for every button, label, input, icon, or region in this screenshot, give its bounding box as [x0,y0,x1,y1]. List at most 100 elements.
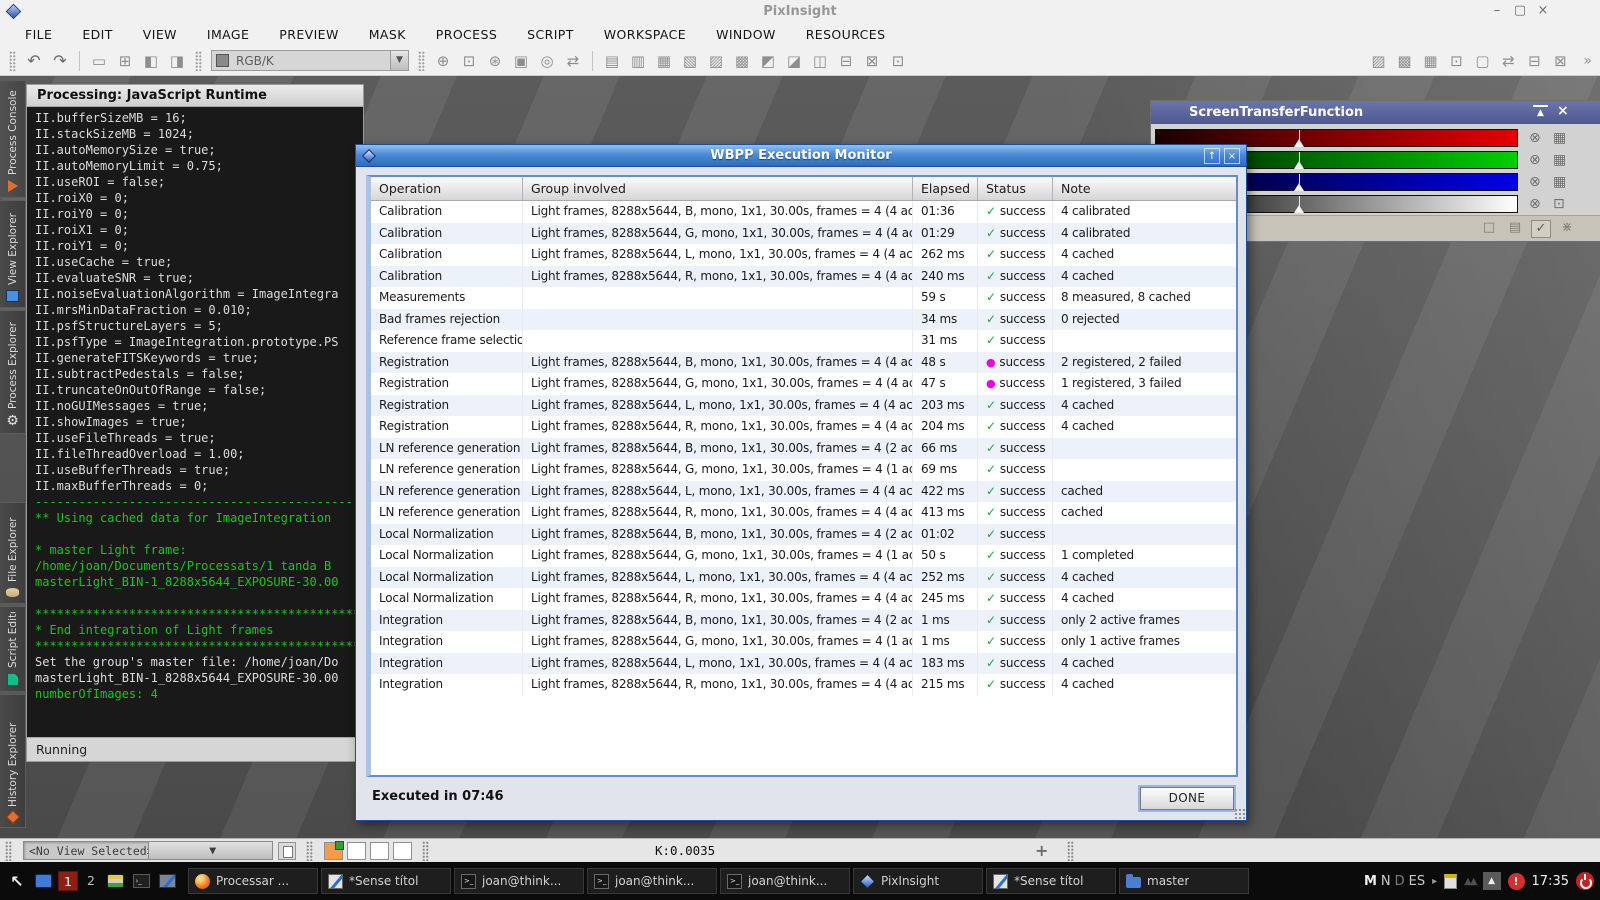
table-row[interactable]: Integration Light frames, 8288x5644, R, … [371,674,1236,696]
toolbar-drag-handle[interactable] [195,51,202,71]
monitor-24-icon[interactable]: ▢ [1469,52,1495,70]
rename-view-icon[interactable]: ▭ [86,52,112,70]
sample-color-swatch[interactable] [324,842,343,860]
image-mode-1-icon[interactable]: ▤ [599,52,625,70]
menu-item[interactable]: WINDOW [701,25,791,44]
image-mode-11-icon[interactable]: ⊠ [859,52,885,70]
statusbar-drag-handle[interactable] [5,841,12,861]
toolbar-overflow-icon[interactable]: » [1583,53,1592,69]
target-icon[interactable]: ◎ [534,52,560,70]
menu-item[interactable]: VIEW [128,25,192,44]
table-row[interactable]: Integration Light frames, 8288x5644, G, … [371,631,1236,653]
table-row[interactable]: Calibration Light frames, 8288x5644, G, … [371,223,1236,245]
close-dialog-button[interactable]: × [1224,148,1240,164]
new-instance-icon[interactable] [278,842,296,860]
table-row[interactable]: Local Normalization Light frames, 8288x5… [371,567,1236,589]
image-mode-9-icon[interactable]: ◫ [807,52,833,70]
reset-channel-icon[interactable]: ⊗ [1529,130,1541,146]
clipboard-icon[interactable] [1444,874,1457,889]
statusbar-drag-handle[interactable] [422,841,429,861]
taskbar-window-button[interactable]: joan@think... [720,868,850,894]
menu-item[interactable]: PREVIEW [264,25,353,44]
sidebar-tab[interactable]: Process Explorer [0,310,26,434]
keyboard-indicator[interactable]: M [1364,874,1377,889]
taskbar-window-button[interactable]: master [1119,868,1249,894]
maximize-button[interactable]: ▢ [1513,3,1527,18]
reset-channel-icon[interactable]: ⊗ [1529,152,1541,168]
image-mode-8-icon[interactable]: ◪ [781,52,807,70]
reset-zoom-icon[interactable]: ⊛ [482,52,508,70]
keyboard-indicator[interactable]: D [1395,874,1405,889]
cursor-icon[interactable]: ↖ [6,870,28,892]
shade-icon[interactable]: ▲ [1533,105,1548,118]
image-mode-6-icon[interactable]: ▩ [729,52,755,70]
new-instance-icon[interactable]: ▤ [1505,220,1525,238]
table-row[interactable]: Integration Light frames, 8288x5644, B, … [371,610,1236,632]
power-icon[interactable] [1576,872,1594,890]
table-row[interactable]: Calibration Light frames, 8288x5644, L, … [371,244,1236,266]
menu-item[interactable]: WORKSPACE [589,25,701,44]
enable-stf-icon[interactable]: ✓ [1531,220,1551,238]
sidebar-tab[interactable]: File Explorer [0,502,26,604]
clock[interactable]: 17:35 [1532,874,1569,889]
close-icon[interactable]: × [1557,103,1569,119]
image-mode-4-icon[interactable]: ▧ [677,52,703,70]
resize-grip[interactable] [1234,808,1246,820]
image-mode-10-icon[interactable]: ⊟ [833,52,859,70]
layers-icon[interactable] [104,870,126,892]
table-row[interactable]: Registration Light frames, 8288x5644, R,… [371,416,1236,438]
dialog-titlebar[interactable]: WBPP Execution Monitor ↑× [356,145,1246,167]
chevron-down-icon[interactable]: ▼ [148,842,273,859]
tray-up-arrow-icon[interactable]: ▲ [1483,872,1501,890]
link-rgb-icon[interactable]: ▦ [1553,152,1566,168]
taskbar-window-button[interactable]: Processar ... [188,868,318,894]
column-header[interactable]: Status [978,177,1053,200]
image-mode-7-icon[interactable]: ◩ [755,52,781,70]
taskbar-window-button[interactable]: joan@think... [454,868,584,894]
workspace-2-button[interactable]: 2 [81,871,101,891]
table-row[interactable]: Calibration Light frames, 8288x5644, R, … [371,266,1236,288]
table-row[interactable]: Local Normalization Light frames, 8288x5… [371,545,1236,567]
show-desktop-icon[interactable] [32,870,54,892]
view-selector[interactable]: <No View Selected> ▼ [23,841,273,860]
keyboard-indicator[interactable]: ES [1409,874,1425,889]
table-row[interactable]: Local Normalization Light frames, 8288x5… [371,588,1236,610]
fit-view-icon[interactable]: ⊡ [456,52,482,70]
link-rgb-icon[interactable]: ▦ [1553,174,1566,190]
minimize-button[interactable]: – [1490,3,1504,18]
table-row[interactable]: Reference frame selection 31 ms success [371,330,1236,352]
image-mode-2-icon[interactable]: ▥ [625,52,651,70]
statusbar-drag-handle[interactable] [306,841,313,861]
column-header[interactable]: Elapsed [913,177,978,200]
image-mode-3-icon[interactable]: ▦ [651,52,677,70]
toolbar-drag-handle[interactable] [9,51,16,71]
column-header[interactable]: Group involved [523,177,913,200]
menu-item[interactable]: SCRIPT [512,25,589,44]
window-restore-icon[interactable]: ⇄ [1495,52,1521,70]
stf-midtone-marker[interactable] [1294,183,1304,191]
stf-midtone-marker[interactable] [1294,205,1304,213]
menu-item[interactable]: IMAGE [192,25,264,44]
reset-channel-icon[interactable]: ⊗ [1529,174,1541,190]
undo-icon[interactable]: ↶ [21,51,47,70]
table-row[interactable]: Registration Light frames, 8288x5644, B,… [371,352,1236,374]
column-header[interactable]: Operation [371,177,523,200]
sidebar-tab[interactable]: View Explorer [0,200,26,308]
color-swatch[interactable] [393,842,412,860]
menu-item[interactable]: EDIT [67,25,127,44]
table-row[interactable]: Measurements 59 s success 8 measured, 8 … [371,287,1236,309]
column-header[interactable]: Note [1053,177,1236,200]
table-row[interactable]: Registration Light frames, 8288x5644, G,… [371,373,1236,395]
preview-left-icon[interactable]: ◧ [138,52,164,70]
statusbar-drag-handle[interactable] [1067,841,1074,861]
menu-item[interactable]: PROCESS [421,25,512,44]
menu-item[interactable]: RESOURCES [791,25,901,44]
taskbar-window-button[interactable]: PixInsight [853,868,983,894]
table-row[interactable]: Local Normalization Light frames, 8288x5… [371,524,1236,546]
toolbar-drag-handle[interactable] [418,51,425,71]
taskbar-window-button[interactable]: *Sense títol [321,868,451,894]
notifications-icon[interactable]: ▲▲ [1464,876,1475,887]
editor-launcher-icon[interactable] [156,870,178,892]
taskbar-window-button[interactable]: *Sense títol [986,868,1116,894]
new-preview-icon[interactable]: ⊞ [112,52,138,70]
